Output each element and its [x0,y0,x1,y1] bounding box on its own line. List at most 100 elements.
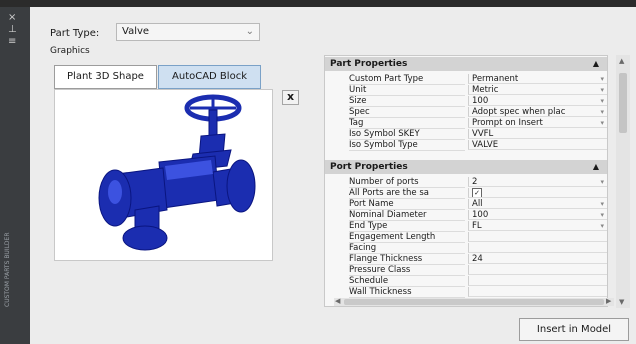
property-name: Tag [349,118,465,129]
property-value: VALVE [472,140,499,150]
property-name: Nominal Diameter [349,210,465,221]
property-name: Iso Symbol SKEY [349,129,465,140]
scroll-up-icon[interactable]: ▲ [619,57,624,65]
property-value: Prompt on Insert [472,118,543,128]
close-icon: x [286,90,295,103]
property-row[interactable]: Port Name All ▾ [325,199,607,210]
chevron-down-icon[interactable]: ▾ [600,199,604,208]
menu-icon[interactable]: ≡ [8,37,16,47]
property-row[interactable]: Nominal Diameter 100 ▾ [325,210,607,221]
property-row[interactable]: All Ports are the sa ✓ [325,188,607,199]
property-dropdown[interactable]: FL ▾ [468,221,607,231]
property-name: Facing [349,243,465,254]
property-checkbox[interactable]: ✓ [468,188,607,198]
property-row[interactable]: Wall Thickness [325,287,607,298]
property-name: Wall Thickness [349,287,465,298]
scrollbar-thumb[interactable] [344,299,604,305]
property-dropdown[interactable]: Permanent ▾ [468,74,607,84]
pin-icon[interactable]: ⊥ [8,25,17,35]
property-value-field[interactable] [468,265,607,275]
scroll-down-icon[interactable]: ▼ [619,298,624,306]
properties-vertical-scrollbar[interactable]: ▲ ▼ [616,55,630,308]
title-strip [0,0,636,7]
property-value-field[interactable] [468,287,607,297]
property-value-field[interactable] [468,232,607,242]
property-dropdown[interactable]: All ▾ [468,199,607,209]
port-properties-title: Port Properties [330,162,408,172]
property-value: FL [472,221,482,231]
property-name: Spec [349,107,465,118]
scrollbar-thumb[interactable] [619,73,627,133]
property-value: 2 [472,177,478,187]
custom-parts-panel: Part Type: Valve ⌄ Graphics Plant 3D Sha… [30,7,636,344]
valve-block-image [98,94,256,251]
property-row[interactable]: Size 100 ▾ [325,96,607,107]
property-value-field[interactable] [468,276,607,286]
property-name: Iso Symbol Type [349,140,465,151]
property-value: Metric [472,85,499,95]
property-row[interactable]: Iso Symbol Type VALVE [325,140,607,151]
collapse-icon[interactable]: ▲ [593,57,599,71]
close-preview-button[interactable]: x [282,90,299,105]
checkbox[interactable]: ✓ [472,188,482,197]
property-dropdown[interactable]: 100 ▾ [468,96,607,106]
chevron-down-icon[interactable]: ▾ [600,177,604,186]
chevron-down-icon[interactable]: ▾ [600,85,604,94]
property-value-field[interactable]: 24 [468,254,607,264]
property-row[interactable]: End Type FL ▾ [325,221,607,232]
palette-sidebar: × ⊥ ≡ CUSTOM PARTS BUILDER [0,7,30,344]
property-dropdown[interactable]: Adopt spec when plac ▾ [468,107,607,117]
property-name: Port Name [349,199,465,210]
property-row[interactable]: Custom Part Type Permanent ▾ [325,74,607,85]
property-row[interactable]: Schedule [325,276,607,287]
collapse-icon[interactable]: ▲ [593,160,599,174]
port-properties-header[interactable]: Port Properties ▲ [325,160,607,174]
property-row[interactable]: Flange Thickness 24 [325,254,607,265]
chevron-down-icon[interactable]: ▾ [600,118,604,127]
graphics-label: Graphics [50,46,90,56]
property-value-field[interactable]: VVFL [468,129,607,139]
chevron-down-icon[interactable]: ▾ [600,107,604,116]
tab-plant-3d-shape[interactable]: Plant 3D Shape [54,65,157,89]
property-dropdown[interactable]: 2 ▾ [468,177,607,187]
insert-in-model-button[interactable]: Insert in Model [519,318,629,341]
property-value: 100 [472,210,489,220]
property-row[interactable]: Number of ports 2 ▾ [325,177,607,188]
chevron-down-icon[interactable]: ▾ [600,96,604,105]
property-dropdown[interactable]: 100 ▾ [468,210,607,220]
scroll-left-icon[interactable]: ◀ [335,297,340,305]
chevron-down-icon[interactable]: ▾ [600,74,604,83]
property-dropdown[interactable]: Prompt on Insert ▾ [468,118,607,128]
property-row[interactable]: Spec Adopt spec when plac ▾ [325,107,607,118]
property-name: Pressure Class [349,265,465,276]
property-row[interactable]: Pressure Class [325,265,607,276]
close-icon[interactable]: × [8,13,16,23]
property-row[interactable]: Iso Symbol SKEY VVFL [325,129,607,140]
property-name: Size [349,96,465,107]
scroll-right-icon[interactable]: ▶ [606,297,611,305]
part-properties-header[interactable]: Part Properties ▲ [325,57,607,71]
palette-title: CUSTOM PARTS BUILDER [4,232,11,307]
property-value-field[interactable] [468,243,607,253]
property-name: Engagement Length [349,232,465,243]
part-type-select[interactable]: Valve ⌄ [116,23,260,41]
part-type-label: Part Type: [50,28,100,39]
property-value-field[interactable]: VALVE [468,140,607,150]
property-row[interactable]: Facing [325,243,607,254]
chevron-down-icon: ⌄ [245,26,254,37]
chevron-down-icon[interactable]: ▾ [600,210,604,219]
property-row[interactable]: Engagement Length [325,232,607,243]
property-value: VVFL [472,129,494,139]
properties-horizontal-scrollbar[interactable]: ◀ ▶ [334,297,614,306]
property-name: End Type [349,221,465,232]
chevron-down-icon[interactable]: ▾ [600,221,604,230]
property-value: All [472,199,483,209]
property-name: All Ports are the sa [349,188,465,199]
property-row[interactable]: Tag Prompt on Insert ▾ [325,118,607,129]
property-row[interactable]: Unit Metric ▾ [325,85,607,96]
part-type-value: Valve [122,26,150,37]
tab-autocad-block[interactable]: AutoCAD Block [158,65,261,89]
property-name: Unit [349,85,465,96]
property-dropdown[interactable]: Metric ▾ [468,85,607,95]
property-value: Adopt spec when plac [472,107,566,117]
